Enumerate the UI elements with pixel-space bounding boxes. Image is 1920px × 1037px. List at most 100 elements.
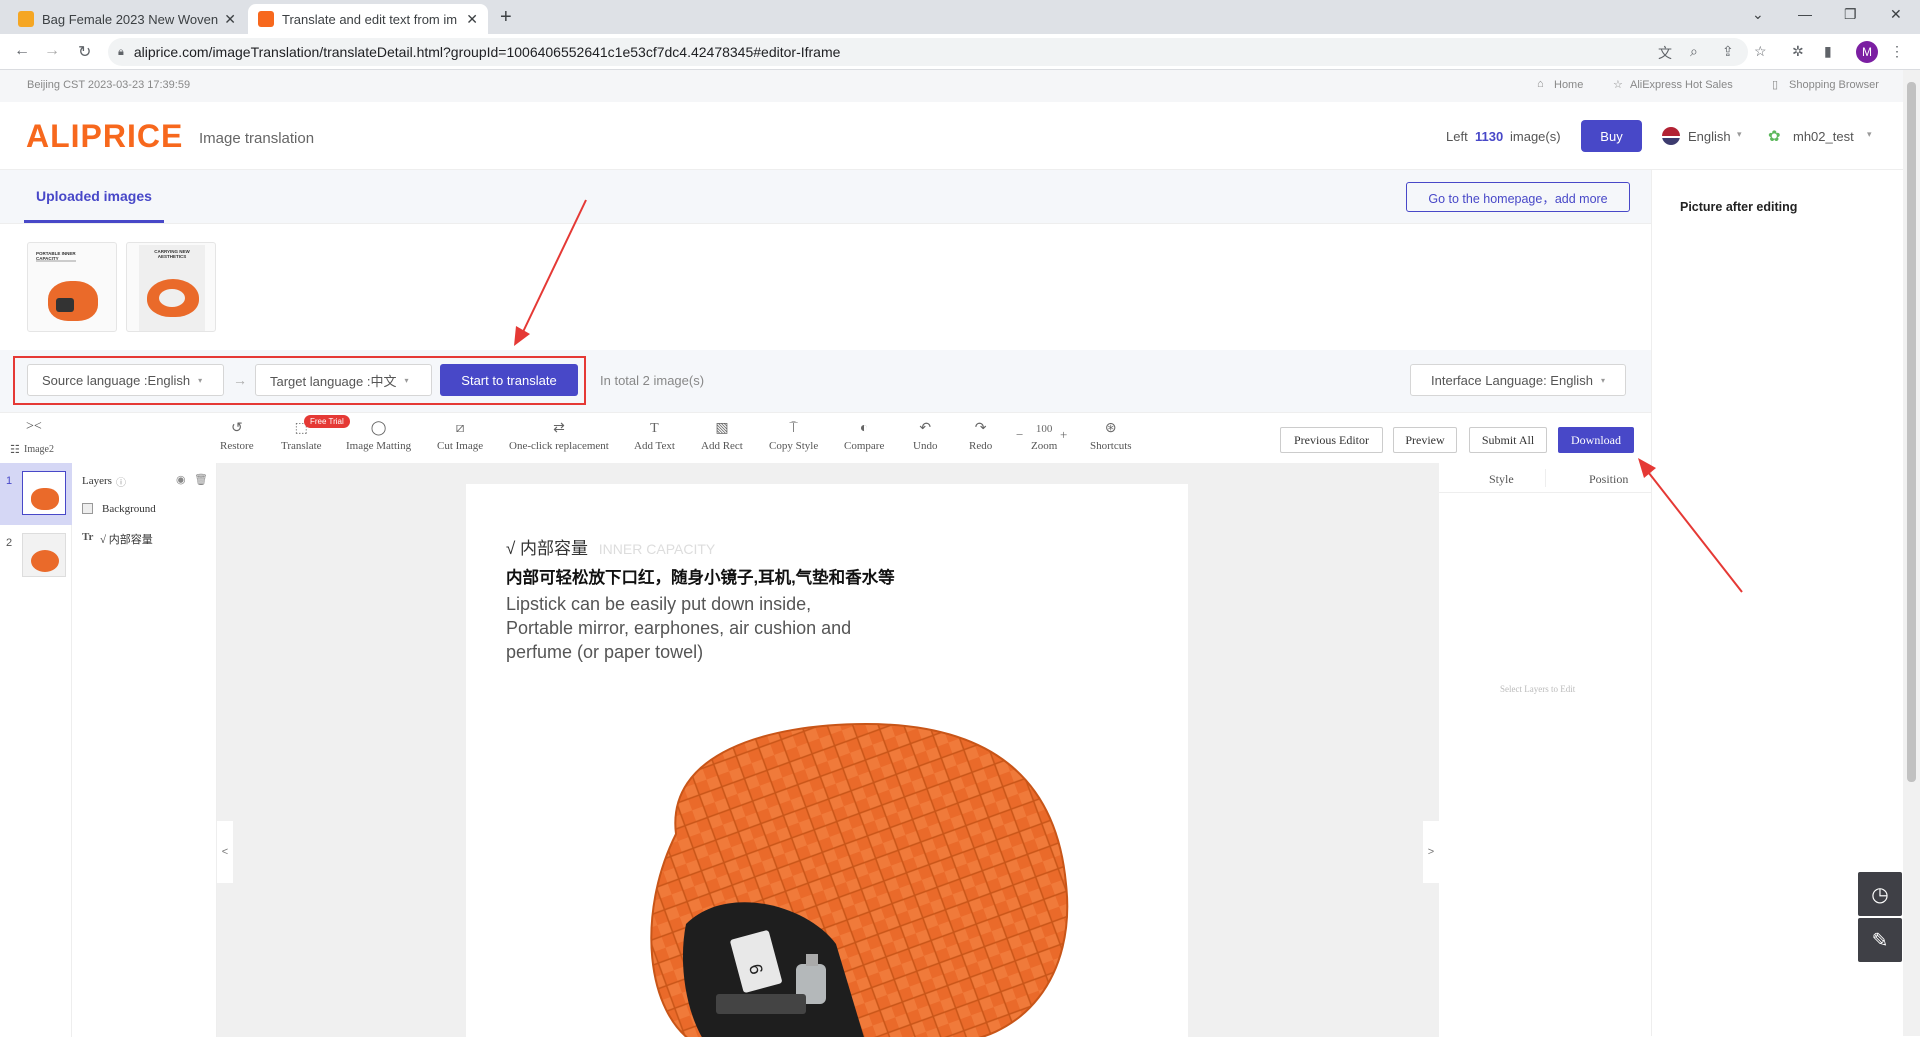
editor-canvas[interactable]: < > √ 内部容量 INNER CAPACITY 内部可轻松放下口红，随身小镜… xyxy=(217,463,1439,1037)
layer-background[interactable]: Background xyxy=(102,503,156,515)
woven-bag-image: 9 xyxy=(650,722,1069,1037)
extensions-icon[interactable]: ✲ xyxy=(1792,43,1804,60)
list-icon: ☷ xyxy=(10,444,20,456)
top-info-strip: Beijing CST 2023-03-23 17:39:59 ⌂ Home ☆… xyxy=(0,70,1903,102)
us-flag-icon xyxy=(1662,127,1680,145)
copy-style-tool[interactable]: ⍑ Copy Style xyxy=(769,421,818,452)
tab-divider xyxy=(1545,469,1546,487)
tool-label: Undo xyxy=(913,440,938,452)
tab-style[interactable]: Style xyxy=(1489,472,1514,487)
image-layer-icon xyxy=(82,503,93,514)
left-count: 1130 xyxy=(1475,129,1504,144)
description-line: perfume (or paper towel) xyxy=(506,642,704,662)
download-button[interactable]: Download xyxy=(1558,427,1634,453)
username[interactable]: mh02_test xyxy=(1793,129,1854,144)
free-trial-badge: Free Trial xyxy=(304,415,350,428)
page-thumbnails: 1 2 xyxy=(0,463,72,1037)
share-icon[interactable]: ⇪ xyxy=(1722,43,1734,60)
back-icon[interactable]: ← xyxy=(14,42,30,60)
preview-button[interactable]: Preview xyxy=(1393,427,1457,453)
collapse-left-icon[interactable]: < xyxy=(217,821,233,883)
shortcuts-tool[interactable]: ⊛ Shortcuts xyxy=(1090,421,1132,452)
redo-tool[interactable]: ↷ Redo xyxy=(969,421,992,452)
help-icon[interactable]: ⓘ xyxy=(116,474,126,489)
home-icon: ⌂ xyxy=(1537,78,1544,90)
source-language-label: Source language :English xyxy=(42,372,191,388)
add-rect-tool[interactable]: ▧ Add Rect xyxy=(701,421,743,452)
canvas-heading[interactable]: √ 内部容量 INNER CAPACITY xyxy=(506,534,715,559)
compare-tool[interactable]: ◐ Compare xyxy=(844,421,884,452)
profile-avatar[interactable]: M xyxy=(1856,41,1878,63)
page-thumb-1[interactable] xyxy=(22,471,66,515)
tab-title: Bag Female 2023 New Woven xyxy=(42,11,219,27)
expand-right-icon[interactable]: > xyxy=(1423,821,1439,883)
browser-tab-2[interactable]: Translate and edit text from im ✕ xyxy=(248,4,488,34)
interface-language-label: Interface Language: English xyxy=(1431,372,1593,388)
zoom-in-icon[interactable]: + xyxy=(1060,427,1067,443)
tab-close-icon[interactable]: ✕ xyxy=(224,11,236,28)
image-matting-tool[interactable]: ◯ Image Matting xyxy=(346,421,411,452)
interface-language-select[interactable]: Interface Language: English ▾ xyxy=(1410,364,1626,396)
add-text-tool[interactable]: T Add Text xyxy=(634,421,675,452)
tab-search-icon[interactable]: ⌄ xyxy=(1752,6,1764,23)
hot-sales-link[interactable]: AliExpress Hot Sales xyxy=(1630,79,1733,91)
bookmark-star-icon[interactable]: ☆ xyxy=(1754,43,1767,60)
restore-tool[interactable]: ↺ Restore xyxy=(220,421,254,452)
tool-label: Copy Style xyxy=(769,440,819,452)
tab-position[interactable]: Position xyxy=(1589,472,1628,487)
aliprice-favicon-icon xyxy=(258,11,274,27)
aliprice-logo[interactable]: ALIPRICE xyxy=(26,118,183,155)
source-language-select[interactable]: Source language :English ▾ xyxy=(27,364,224,396)
reload-icon[interactable]: ↻ xyxy=(78,42,91,62)
uploaded-thumbnail-1[interactable]: PORTABLE INNER CAPACITY xyxy=(27,242,117,332)
language-selector[interactable]: English xyxy=(1688,129,1731,144)
submit-all-button[interactable]: Submit All xyxy=(1469,427,1547,453)
uploaded-thumbnail-2[interactable]: CARRYING NEW AESTHETICS xyxy=(126,242,216,332)
bag-handle-hole xyxy=(159,289,185,307)
url-field[interactable]: 🔒︎ aliprice.com/imageTranslation/transla… xyxy=(108,38,1748,66)
browser-menu-icon[interactable]: ⋮ xyxy=(1890,43,1904,60)
one-click-replacement-tool[interactable]: ⇄ One-click replacement xyxy=(509,421,609,452)
shopping-browser-link[interactable]: Shopping Browser xyxy=(1789,79,1879,91)
zoom-icon[interactable]: ⌕ xyxy=(1690,43,1698,60)
restore-icon: ↺ xyxy=(230,421,243,436)
layer-text-1[interactable]: √ 内部容量 xyxy=(100,531,153,547)
tool-label: Translate xyxy=(281,440,322,452)
scrollbar-thumb[interactable] xyxy=(1907,82,1916,782)
go-homepage-button[interactable]: Go to the homepage，add more xyxy=(1406,182,1630,212)
edit-pen-icon[interactable]: ✎ xyxy=(1858,918,1902,962)
zoom-out-icon[interactable]: − xyxy=(1016,427,1023,443)
chevron-down-icon: ▾ xyxy=(198,375,203,385)
undo-tool[interactable]: ↶ Undo xyxy=(913,421,937,452)
tab-uploaded-images[interactable]: Uploaded images xyxy=(36,188,152,204)
restore-icon[interactable]: ❐ xyxy=(1844,6,1857,23)
home-link[interactable]: Home xyxy=(1554,79,1583,91)
image-canvas[interactable]: √ 内部容量 INNER CAPACITY 内部可轻松放下口红，随身小镜子,耳机… xyxy=(466,484,1188,1037)
minimize-icon[interactable]: — xyxy=(1798,6,1812,22)
editor-toolbar: >< ☷ Image2 ↺ Restore ⬚ Translate Free Tri… xyxy=(0,413,1651,463)
trash-icon[interactable]: 🗑︎ xyxy=(194,473,208,486)
translate-page-icon[interactable]: 文 xyxy=(1658,43,1672,63)
close-window-icon[interactable]: ✕ xyxy=(1890,6,1902,23)
new-tab-icon[interactable]: + xyxy=(500,6,512,29)
side-panel-icon[interactable]: ▮ xyxy=(1824,43,1832,60)
start-translate-button[interactable]: Start to translate xyxy=(440,364,578,396)
target-language-select[interactable]: Target language :中文 ▾ xyxy=(255,364,432,396)
brush-icon: ⍑ xyxy=(789,421,798,436)
chinese-description[interactable]: 内部可轻松放下口红，随身小镜子,耳机,气垫和香水等 xyxy=(506,564,895,588)
tool-label: Restore xyxy=(220,440,254,452)
english-description[interactable]: Lipstick can be easily put down inside, … xyxy=(506,592,851,664)
page-scrollbar[interactable] xyxy=(1903,70,1920,1036)
previous-editor-button[interactable]: Previous Editor xyxy=(1280,427,1383,453)
buy-button[interactable]: Buy xyxy=(1581,120,1642,152)
swap-icon: ⇄ xyxy=(553,421,565,436)
collapse-icon[interactable]: >< xyxy=(26,419,42,435)
page-thumb-2[interactable] xyxy=(22,533,66,577)
eye-icon[interactable]: ◉ xyxy=(176,473,186,486)
tab-close-icon[interactable]: ✕ xyxy=(466,11,478,28)
cut-image-tool[interactable]: ⧄ Cut Image xyxy=(437,421,483,452)
history-icon[interactable]: ◷ xyxy=(1858,872,1902,916)
forward-icon[interactable]: → xyxy=(44,42,60,60)
browser-tab-1[interactable]: Bag Female 2023 New Woven ✕ xyxy=(8,4,246,34)
matting-icon: ◯ xyxy=(370,421,387,436)
